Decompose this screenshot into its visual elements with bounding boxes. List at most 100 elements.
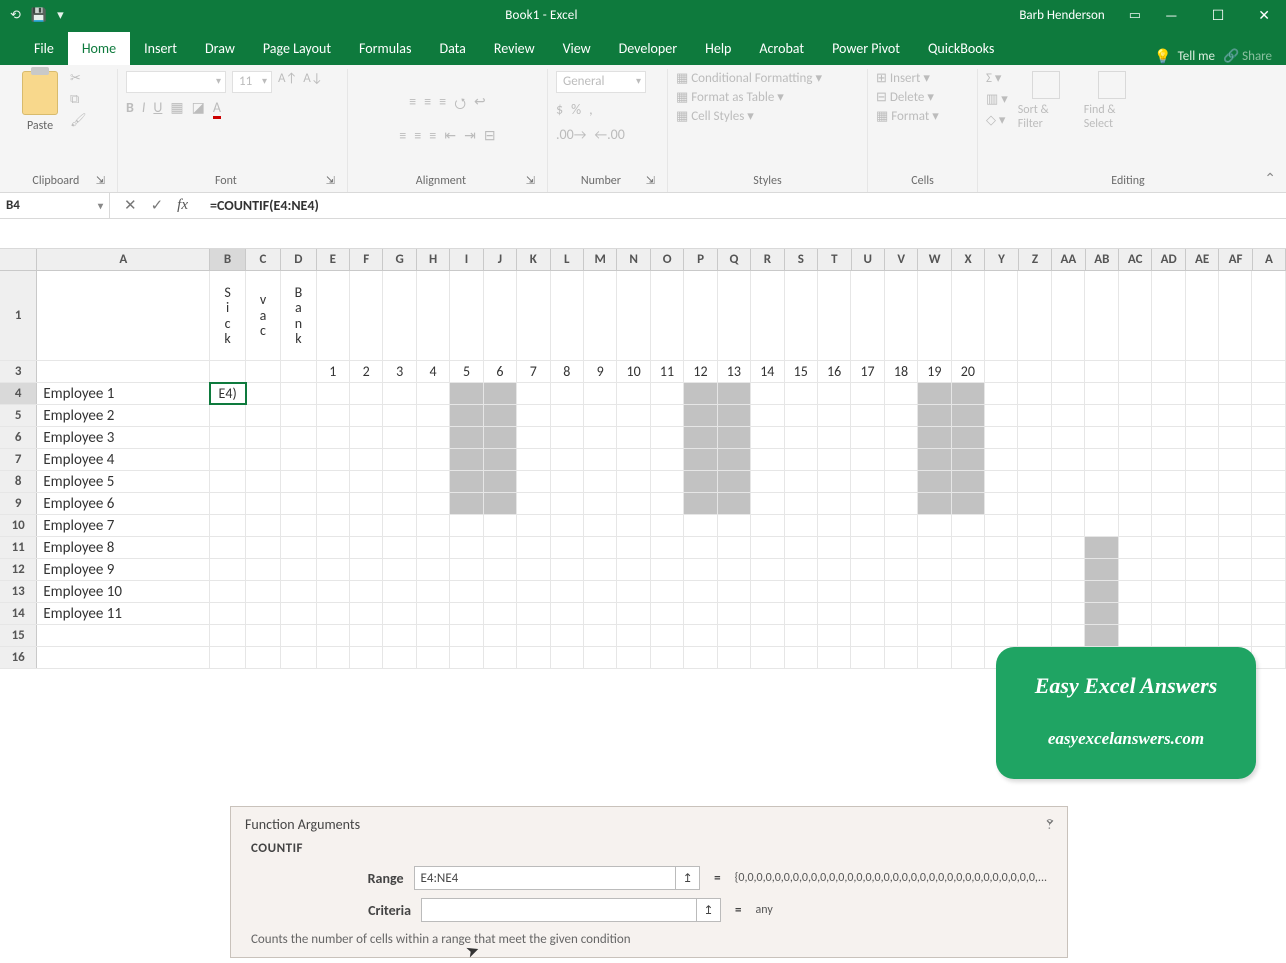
cell[interactable] (383, 515, 416, 536)
cell[interactable] (785, 515, 818, 536)
cell[interactable] (1018, 581, 1051, 602)
cell[interactable] (210, 449, 245, 470)
cell[interactable] (885, 427, 918, 448)
cell[interactable] (551, 515, 584, 536)
cell[interactable] (450, 449, 483, 470)
cell[interactable] (584, 471, 617, 492)
cell[interactable] (918, 559, 951, 580)
cell[interactable] (1052, 581, 1085, 602)
cell[interactable] (1018, 493, 1051, 514)
cell[interactable] (1052, 271, 1085, 360)
cell[interactable] (684, 383, 717, 404)
cell[interactable] (1119, 361, 1152, 382)
cell[interactable] (1085, 493, 1118, 514)
cell[interactable] (417, 581, 450, 602)
tab-insert[interactable]: Insert (130, 32, 191, 65)
cell[interactable] (885, 471, 918, 492)
cell[interactable] (617, 515, 650, 536)
decrease-font-icon[interactable]: A↓ (303, 71, 322, 93)
col-header[interactable]: G (383, 249, 416, 270)
cell[interactable] (785, 405, 818, 426)
cell[interactable] (450, 647, 483, 668)
col-header[interactable]: H (417, 249, 450, 270)
row-header[interactable]: 10 (0, 515, 37, 536)
cell[interactable] (952, 647, 985, 668)
increase-font-icon[interactable]: A↑ (278, 71, 297, 93)
cell[interactable] (718, 559, 751, 580)
font-family-select[interactable] (126, 71, 226, 93)
cell[interactable] (551, 625, 584, 646)
cell[interactable] (383, 559, 416, 580)
cell[interactable] (1018, 471, 1051, 492)
cell[interactable] (751, 603, 784, 624)
cell[interactable] (684, 427, 717, 448)
cell[interactable] (517, 449, 550, 470)
cell[interactable] (785, 493, 818, 514)
employee-cell[interactable]: Employee 1 (37, 383, 210, 404)
cell[interactable] (246, 383, 281, 404)
col-header[interactable]: D (281, 249, 316, 270)
cell[interactable] (210, 471, 245, 492)
cell[interactable] (818, 493, 851, 514)
cell[interactable]: 16 (818, 361, 851, 382)
col-header[interactable]: C (246, 249, 281, 270)
cell[interactable] (684, 515, 717, 536)
cell[interactable] (350, 405, 383, 426)
tab-home[interactable]: Home (68, 32, 130, 65)
cell[interactable]: 12 (684, 361, 717, 382)
cell[interactable] (651, 515, 684, 536)
cell[interactable] (952, 271, 985, 360)
dec-decimal-icon[interactable]: ←.00 (594, 126, 624, 143)
cell[interactable] (1152, 559, 1185, 580)
cell[interactable] (517, 405, 550, 426)
cell[interactable] (718, 493, 751, 514)
cell[interactable] (1018, 625, 1051, 646)
cell[interactable] (246, 471, 281, 492)
tab-view[interactable]: View (549, 32, 605, 65)
format-painter-icon[interactable]: 🖌 (70, 113, 87, 128)
cell[interactable] (350, 581, 383, 602)
function-arguments-dialog[interactable]: ⌄ Function Arguments? COUNTIF Range E4:N… (230, 806, 1068, 958)
cell[interactable] (1052, 471, 1085, 492)
cell[interactable] (417, 449, 450, 470)
cell[interactable] (1152, 383, 1185, 404)
cell[interactable] (684, 647, 717, 668)
paste-button[interactable]: Paste (16, 71, 64, 133)
cell[interactable] (851, 271, 884, 360)
cell[interactable] (1052, 427, 1085, 448)
cell[interactable] (417, 603, 450, 624)
tab-pagelayout[interactable]: Page Layout (249, 32, 345, 65)
cell[interactable] (1252, 647, 1285, 668)
active-cell[interactable]: E4) (210, 383, 245, 404)
cell[interactable]: 4 (417, 361, 450, 382)
cell[interactable] (281, 361, 316, 382)
cell[interactable] (1085, 405, 1118, 426)
cell[interactable] (1186, 581, 1219, 602)
cell[interactable]: v a c (246, 271, 281, 360)
cell[interactable] (1152, 271, 1185, 360)
insert-function-icon[interactable]: fx (177, 197, 188, 214)
cell[interactable] (281, 625, 316, 646)
employee-cell[interactable] (37, 647, 210, 668)
cell[interactable] (484, 405, 517, 426)
tab-acrobat[interactable]: Acrobat (745, 32, 818, 65)
cell[interactable] (1186, 383, 1219, 404)
cell[interactable] (1119, 515, 1152, 536)
cell[interactable] (785, 559, 818, 580)
cell[interactable] (617, 493, 650, 514)
cell[interactable] (484, 383, 517, 404)
cell[interactable] (383, 603, 416, 624)
cell[interactable] (246, 647, 281, 668)
cell[interactable] (484, 271, 517, 360)
col-header[interactable]: V (885, 249, 918, 270)
cell[interactable] (1085, 515, 1118, 536)
col-header[interactable]: Y (985, 249, 1018, 270)
format-as-table-button[interactable]: ▦ Format as Table ▾ (676, 90, 822, 105)
currency-icon[interactable]: $ (556, 101, 563, 118)
cell[interactable] (751, 559, 784, 580)
cell[interactable] (246, 493, 281, 514)
close-button[interactable]: ✕ (1248, 3, 1280, 28)
cell[interactable] (1219, 361, 1252, 382)
cell[interactable] (551, 559, 584, 580)
cell[interactable] (1085, 383, 1118, 404)
